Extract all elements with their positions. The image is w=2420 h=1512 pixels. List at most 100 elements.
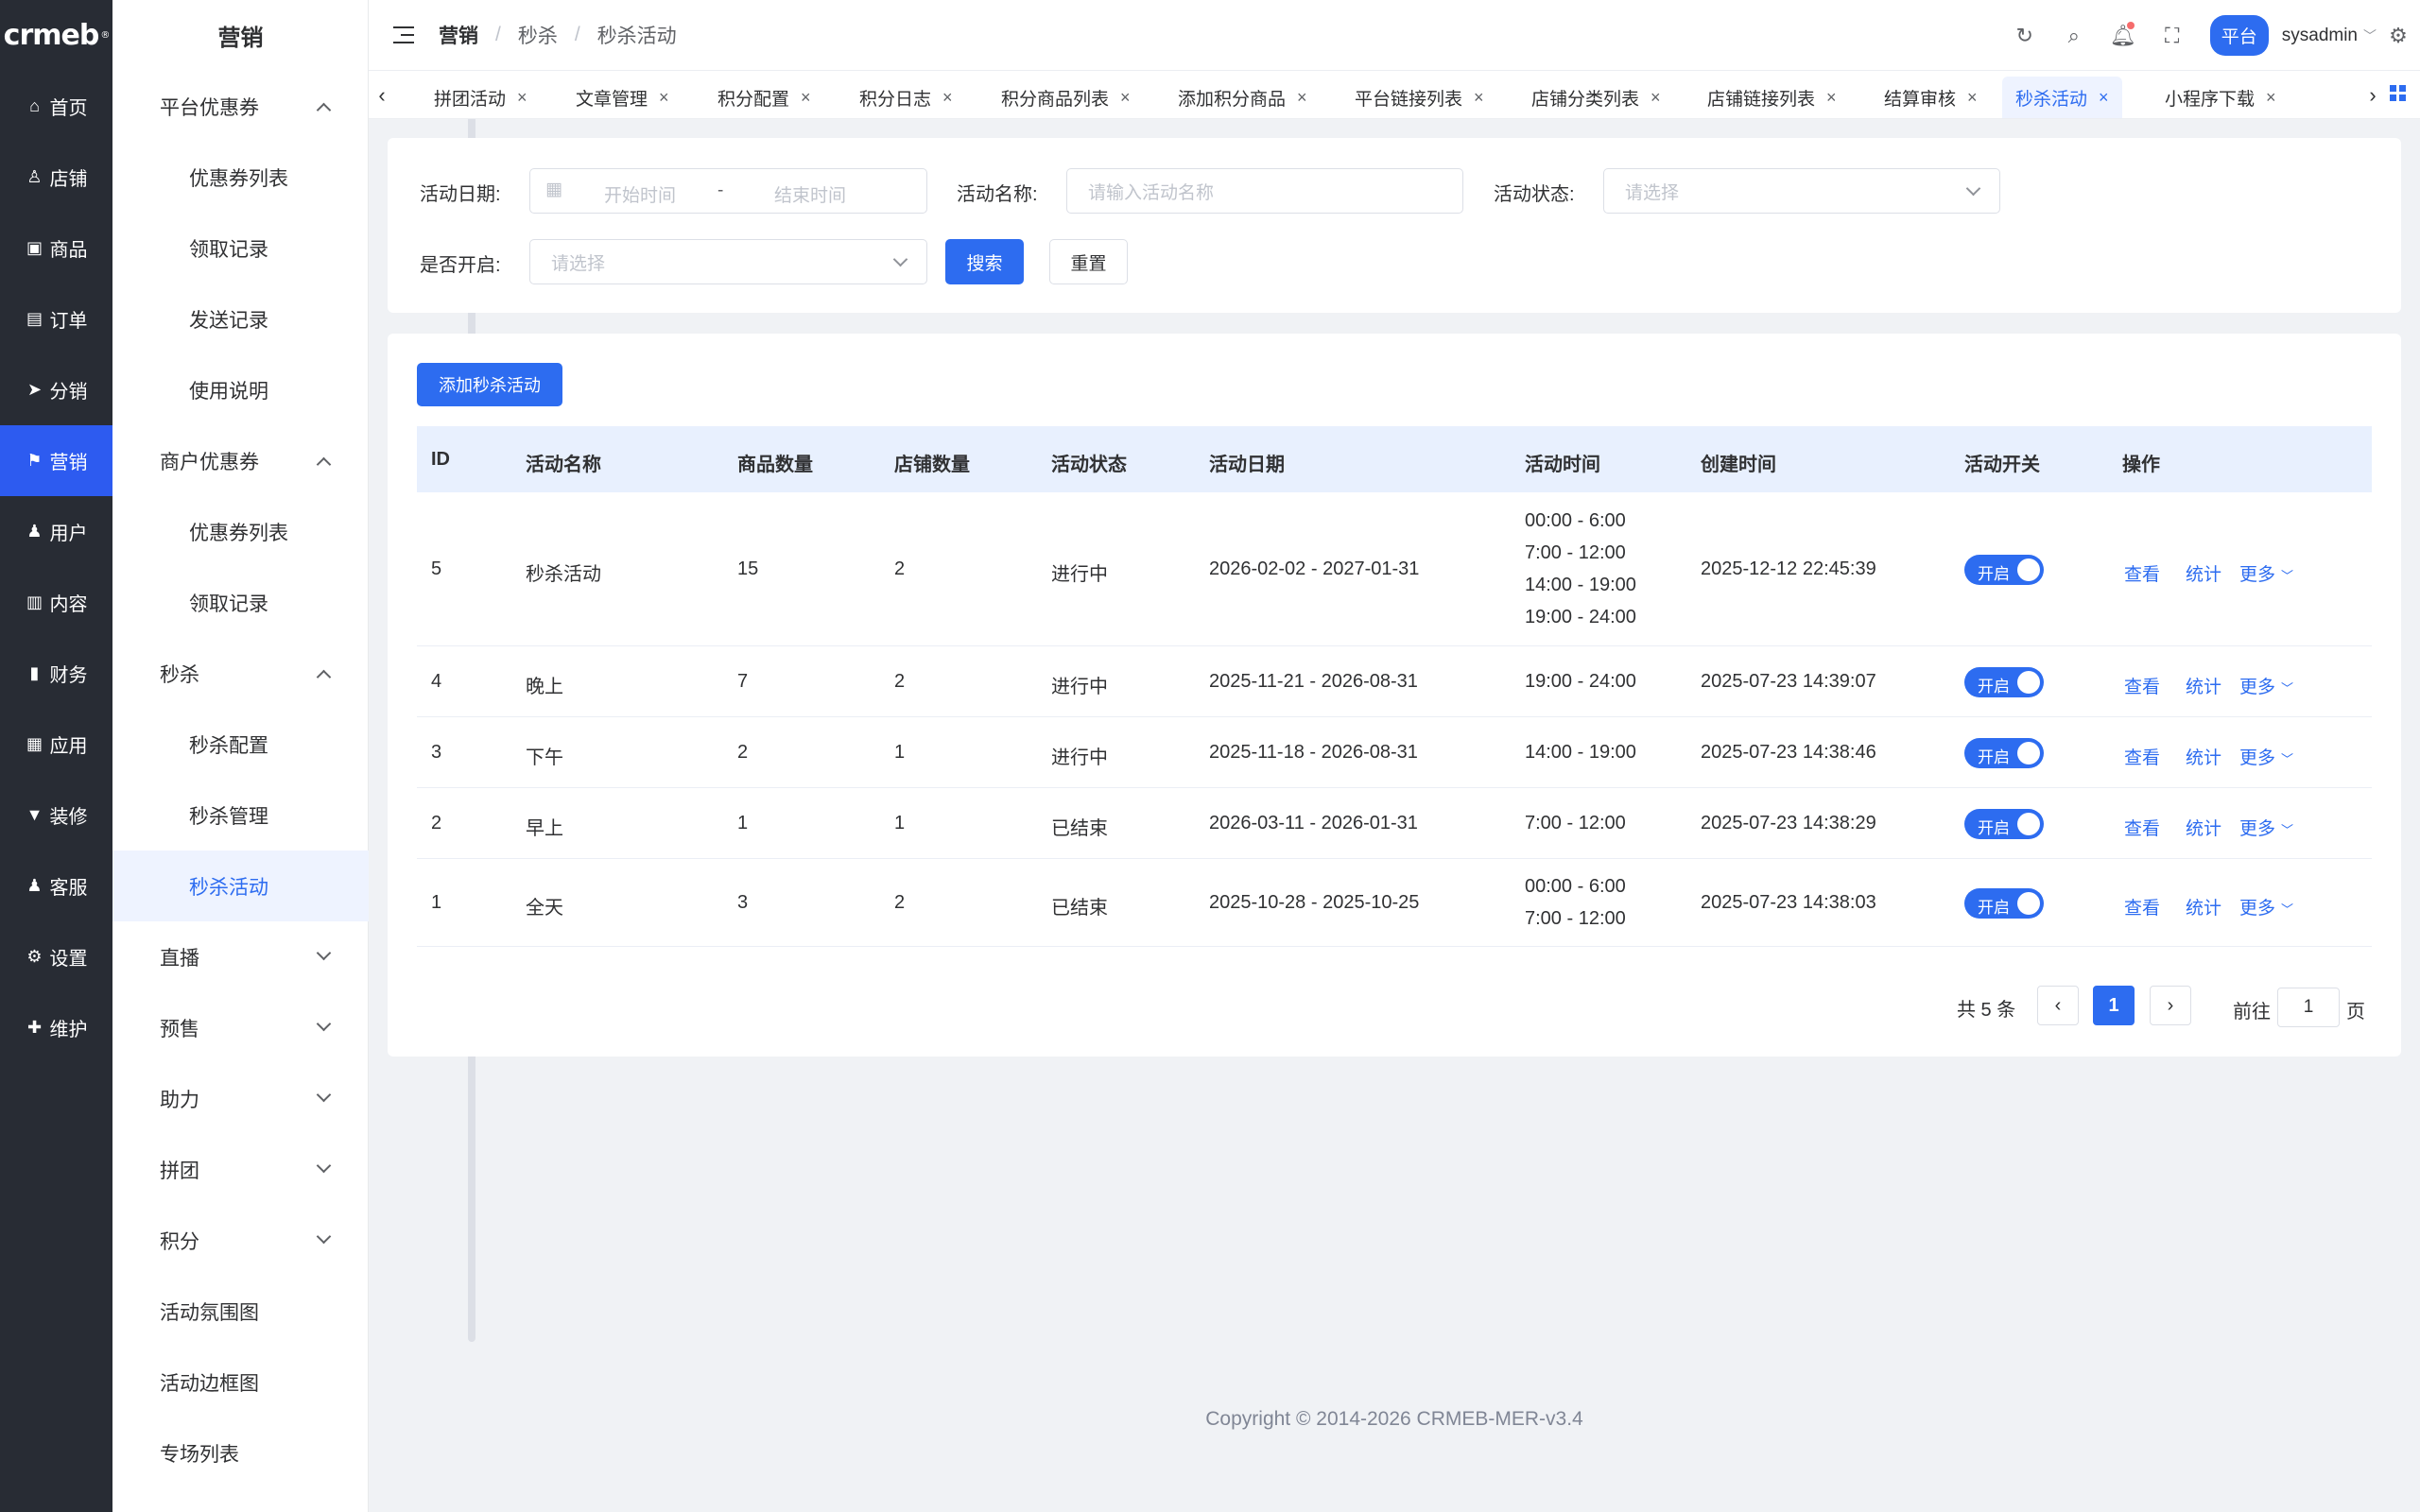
reset-button[interactable]: 重置 — [1049, 239, 1128, 284]
rail-item-2[interactable]: ▣ 商品 — [0, 213, 112, 284]
tabs-grid-icon[interactable] — [2390, 85, 2407, 102]
search-button[interactable]: 搜索 — [945, 239, 1024, 284]
submenu-item[interactable]: 助力 — [112, 1063, 369, 1134]
view-link[interactable]: 查看 — [2124, 894, 2160, 919]
submenu-item[interactable]: 专场列表 — [112, 1418, 369, 1488]
tab-item[interactable]: 文章管理 × — [562, 77, 683, 118]
activity-status-select[interactable]: 请选择 — [1603, 168, 2000, 214]
more-dropdown[interactable]: 更多 ﹀ — [2239, 673, 2293, 698]
submenu-item[interactable]: 使用说明 — [112, 354, 369, 425]
activity-toggle-switch[interactable]: 开启 — [1964, 737, 2044, 768]
stats-link[interactable]: 统计 — [2186, 744, 2221, 769]
submenu-item[interactable]: 活动边框图 — [112, 1347, 369, 1418]
stats-link[interactable]: 统计 — [2186, 673, 2221, 698]
close-icon[interactable]: × — [517, 88, 527, 108]
close-icon[interactable]: × — [1120, 88, 1131, 108]
more-dropdown[interactable]: 更多 ﹀ — [2239, 894, 2293, 919]
submenu-item[interactable]: 积分 — [112, 1205, 369, 1276]
refresh-icon[interactable]: ↻ — [2000, 24, 2049, 48]
tab-item[interactable]: 结算审核 × — [1871, 77, 1991, 118]
close-icon[interactable]: × — [2266, 88, 2276, 108]
rail-item-4[interactable]: ➤ 分销 — [0, 354, 112, 425]
submenu-item[interactable]: 商户优惠券 — [112, 425, 369, 496]
prev-page-button[interactable]: ‹ — [2037, 986, 2079, 1025]
tab-item[interactable]: 店铺链接列表 × — [1694, 77, 1850, 118]
page-number-button[interactable]: 1 — [2093, 986, 2135, 1025]
submenu-item[interactable]: 秒杀 — [112, 638, 369, 709]
search-icon[interactable]: ⌕ — [2049, 24, 2099, 48]
tab-item[interactable]: 积分配置 × — [704, 77, 824, 118]
user-menu[interactable]: sysadmin ﹀ — [2282, 26, 2377, 46]
crmeb-logo[interactable]: crmeb ® — [0, 0, 112, 71]
stats-link[interactable]: 统计 — [2186, 894, 2221, 919]
submenu-item[interactable]: 领取记录 — [112, 567, 369, 638]
collapse-menu-icon[interactable] — [393, 26, 414, 43]
submenu-item[interactable]: 优惠券列表 — [112, 496, 369, 567]
tab-item[interactable]: 平台链接列表 × — [1341, 77, 1497, 118]
is-open-select[interactable]: 请选择 — [529, 239, 927, 284]
view-link[interactable]: 查看 — [2124, 815, 2160, 840]
fullscreen-icon[interactable]: ⛶ — [2148, 24, 2197, 48]
platform-button[interactable]: 平台 — [2209, 15, 2269, 56]
submenu-item[interactable]: 秒杀管理 — [112, 780, 369, 850]
date-range-picker[interactable]: ▦ 开始时间 - 结束时间 — [529, 168, 927, 214]
close-icon[interactable]: × — [2099, 88, 2109, 108]
submenu-item[interactable]: 活动氛围图 — [112, 1276, 369, 1347]
rail-item-5[interactable]: ⚑ 营销 — [0, 425, 112, 496]
rail-item-13[interactable]: ✚ 维护 — [0, 992, 112, 1063]
tabs-scroll-right-icon[interactable]: › — [2360, 71, 2386, 119]
rail-item-3[interactable]: ▤ 订单 — [0, 284, 112, 354]
rail-item-11[interactable]: ♟ 客服 — [0, 850, 112, 921]
tab-item[interactable]: 店铺分类列表 × — [1518, 77, 1674, 118]
close-icon[interactable]: × — [659, 88, 669, 108]
close-icon[interactable]: × — [1297, 88, 1307, 108]
tab-item[interactable]: 积分商品列表 × — [988, 77, 1144, 118]
breadcrumb-item[interactable]: 营销 — [439, 21, 478, 49]
goto-page-input[interactable]: 1 — [2277, 988, 2340, 1027]
more-dropdown[interactable]: 更多 ﹀ — [2239, 744, 2293, 769]
rail-item-8[interactable]: ▮ 财务 — [0, 638, 112, 709]
rail-item-7[interactable]: ▥ 内容 — [0, 567, 112, 638]
activity-toggle-switch[interactable]: 开启 — [1964, 808, 2044, 839]
more-dropdown[interactable]: 更多 ﹀ — [2239, 815, 2293, 840]
tab-item[interactable]: 添加积分商品 × — [1165, 77, 1321, 118]
submenu-item[interactable]: 拼团 — [112, 1134, 369, 1205]
view-link[interactable]: 查看 — [2124, 744, 2160, 769]
submenu-item[interactable]: 平台优惠券 — [112, 71, 369, 142]
submenu-item[interactable]: 优惠券列表 — [112, 142, 369, 213]
more-dropdown[interactable]: 更多 ﹀ — [2239, 560, 2293, 586]
submenu-item[interactable]: 秒杀配置 — [112, 709, 369, 780]
rail-item-1[interactable]: ♙ 店铺 — [0, 142, 112, 213]
close-icon[interactable]: × — [1826, 88, 1837, 108]
rail-item-6[interactable]: ♟ 用户 — [0, 496, 112, 567]
rail-item-10[interactable]: ▼ 装修 — [0, 780, 112, 850]
tab-item[interactable]: 积分日志 × — [846, 77, 966, 118]
submenu-item[interactable]: 直播 — [112, 921, 369, 992]
tabs-scroll-left-icon[interactable]: ‹ — [369, 71, 395, 119]
breadcrumb-item[interactable]: 秒杀 — [518, 21, 558, 49]
submenu-item[interactable]: 秒杀活动 — [112, 850, 369, 921]
activity-toggle-switch[interactable]: 开启 — [1964, 666, 2044, 697]
close-icon[interactable]: × — [1474, 88, 1484, 108]
tab-item[interactable]: 拼团活动 × — [421, 77, 541, 118]
close-icon[interactable]: × — [1651, 88, 1661, 108]
next-page-button[interactable]: › — [2150, 986, 2191, 1025]
view-link[interactable]: 查看 — [2124, 560, 2160, 586]
submenu-item[interactable]: 领取记录 — [112, 213, 369, 284]
stats-link[interactable]: 统计 — [2186, 560, 2221, 586]
stats-link[interactable]: 统计 — [2186, 815, 2221, 840]
tab-item[interactable]: 小程序下载 × — [2152, 77, 2290, 118]
rail-item-9[interactable]: ▦ 应用 — [0, 709, 112, 780]
rail-item-12[interactable]: ⚙ 设置 — [0, 921, 112, 992]
tab-item[interactable]: 秒杀活动 × — [2002, 77, 2122, 118]
settings-gear-icon[interactable]: ⚙ — [2377, 24, 2420, 48]
view-link[interactable]: 查看 — [2124, 673, 2160, 698]
activity-toggle-switch[interactable]: 开启 — [1964, 554, 2044, 585]
bell-icon[interactable]: 🔔︎ — [2099, 21, 2148, 48]
submenu-item[interactable]: 预售 — [112, 992, 369, 1063]
submenu-item[interactable]: 发送记录 — [112, 284, 369, 354]
activity-name-input[interactable]: 请输入活动名称 — [1066, 168, 1463, 214]
activity-toggle-switch[interactable]: 开启 — [1964, 887, 2044, 919]
close-icon[interactable]: × — [1967, 88, 1978, 108]
rail-item-0[interactable]: ⌂ 首页 — [0, 71, 112, 142]
